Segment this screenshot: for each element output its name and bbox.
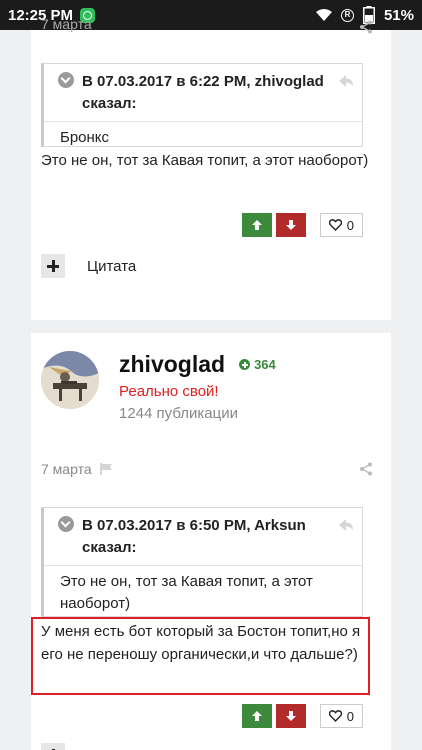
post-card-1: 7 марта В 07.03.2017 в 6:22 PM, zhivogla… (31, 16, 391, 320)
plus-icon[interactable] (41, 254, 65, 278)
quote-block: В 07.03.2017 в 6:50 PM, Arksun сказал: Э… (41, 507, 363, 617)
quote-said: сказал: (82, 539, 137, 556)
share-icon[interactable] (359, 462, 373, 476)
cite-label[interactable]: Цитата (87, 258, 136, 275)
vote-bar: 0 (241, 704, 363, 728)
avatar[interactable] (41, 351, 99, 409)
cite-row[interactable] (41, 743, 65, 750)
post-date: 7 марта (41, 16, 92, 32)
author-posts: 1244 публикации (119, 405, 238, 422)
quote-body: Это не он, тот за Кавая топит, а этот на… (60, 573, 313, 612)
quote-said: сказал: (82, 95, 137, 112)
plus-icon[interactable] (41, 743, 65, 750)
like-button[interactable]: 0 (319, 213, 363, 237)
reply-arrow-icon[interactable] (338, 74, 354, 88)
reply-arrow-icon[interactable] (338, 518, 354, 532)
reputation-badge: 364 (239, 357, 276, 372)
reputation-count: 364 (254, 357, 276, 372)
share-icon[interactable] (359, 20, 373, 34)
arrow-up-icon (251, 220, 262, 230)
flag-icon[interactable] (99, 463, 113, 475)
cite-row[interactable]: Цитата (41, 254, 136, 278)
battery-percent: 51% (383, 6, 414, 24)
like-count: 0 (346, 217, 354, 233)
upvote-button[interactable] (241, 213, 272, 237)
avatar-image (41, 351, 99, 409)
post-date-row: 7 марта (41, 461, 113, 477)
like-button[interactable]: 0 (319, 704, 363, 728)
plus-circle-icon (239, 359, 251, 370)
quote-header: В 07.03.2017 в 6:22 PM, zhivoglad (82, 73, 324, 90)
heart-icon (328, 710, 342, 722)
author-name[interactable]: zhivoglad (119, 351, 225, 378)
collapse-quote-icon[interactable] (58, 516, 74, 532)
downvote-button[interactable] (275, 704, 306, 728)
post-date: 7 марта (41, 461, 92, 477)
heart-icon (328, 219, 342, 231)
wifi-icon (315, 9, 332, 21)
upvote-button[interactable] (241, 704, 272, 728)
registered-icon: R (340, 8, 354, 22)
arrow-down-icon (285, 220, 296, 230)
collapse-quote-icon[interactable] (58, 72, 74, 88)
like-count: 0 (346, 708, 354, 724)
post-date-row: 7 марта (41, 16, 92, 32)
downvote-button[interactable] (275, 213, 306, 237)
arrow-down-icon (285, 711, 296, 721)
author-block: zhivoglad 364 Реально свой! 1244 публика… (41, 351, 276, 422)
arrow-up-icon (251, 711, 262, 721)
post-text: Это не он, тот за Кавая топит, а этот на… (41, 152, 369, 169)
author-rank: Реально свой! (119, 383, 219, 400)
highlight-frame (31, 617, 370, 695)
vote-bar: 0 (241, 213, 363, 237)
quote-block: В 07.03.2017 в 6:22 PM, zhivoglad сказал… (41, 63, 363, 147)
quote-header: В 07.03.2017 в 6:50 PM, Arksun (82, 517, 306, 534)
